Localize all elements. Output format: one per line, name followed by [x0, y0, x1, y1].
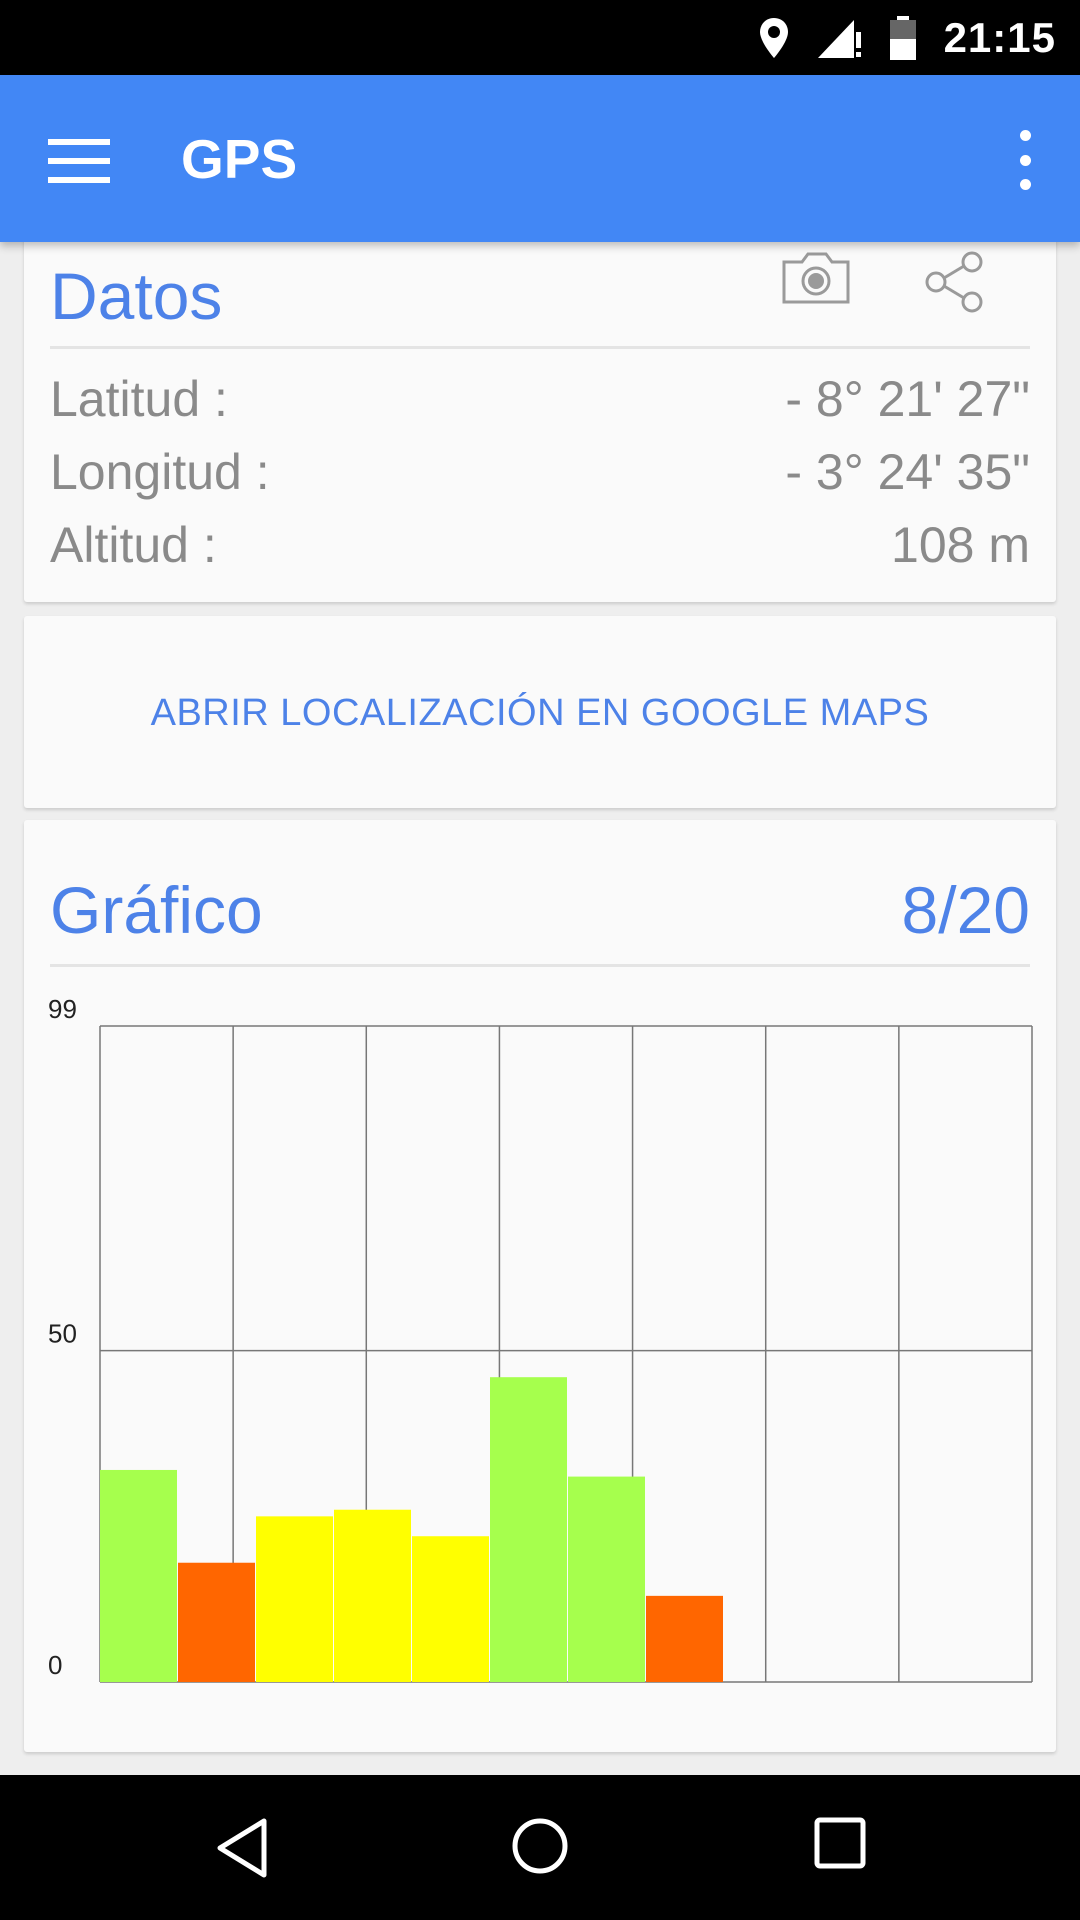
signal-icon — [817, 19, 861, 58]
hamburger-menu-icon[interactable] — [48, 130, 114, 190]
maps-link-card[interactable]: ABRIR LOCALIZACIÓN EN GOOGLE MAPS — [24, 616, 1056, 808]
grafico-title: Gráfico — [50, 873, 263, 947]
signal-bar — [568, 1476, 645, 1682]
home-icon[interactable] — [511, 1817, 569, 1875]
signal-bar-chart: 99 50 0 — [48, 994, 1033, 1683]
signal-bar — [100, 1469, 177, 1682]
satellite-counter: 8/20 — [901, 873, 1030, 947]
longitud-label: Longitud : — [50, 444, 270, 500]
clock: 21:15 — [943, 13, 1056, 61]
divider — [50, 346, 1030, 349]
datos-card: Datos Latitud : - 8° 21' 27" Longitud : … — [24, 230, 1056, 602]
datos-title: Datos — [50, 259, 223, 333]
divider — [50, 964, 1030, 967]
signal-bar — [256, 1516, 333, 1682]
back-icon[interactable] — [214, 1817, 270, 1879]
battery-icon — [889, 15, 916, 60]
altitud-label: Altitud : — [50, 517, 217, 573]
signal-bar — [334, 1509, 411, 1682]
latitud-value: - 8° 21' 27" — [785, 371, 1030, 427]
open-google-maps-button[interactable]: ABRIR LOCALIZACIÓN EN GOOGLE MAPS — [24, 692, 1056, 735]
signal-bar — [646, 1595, 723, 1682]
app-title: GPS — [181, 128, 298, 190]
altitud-value: 108 m — [891, 517, 1030, 573]
more-vert-icon[interactable] — [1010, 130, 1040, 190]
signal-bar — [178, 1562, 255, 1682]
signal-bar — [490, 1377, 567, 1682]
status-bar: 21:15 — [0, 0, 1080, 75]
navigation-bar — [0, 1775, 1080, 1920]
y-tick-label: 50 — [48, 1319, 77, 1349]
latitud-label: Latitud : — [50, 371, 228, 427]
signal-bar — [412, 1536, 489, 1682]
share-icon[interactable] — [924, 250, 986, 314]
y-tick-label: 0 — [48, 1650, 62, 1680]
y-tick-label: 99 — [48, 994, 77, 1024]
location-icon — [759, 17, 788, 58]
app-bar: GPS — [0, 75, 1080, 242]
recents-icon[interactable] — [814, 1817, 866, 1869]
camera-icon[interactable] — [780, 250, 852, 306]
longitud-value: - 3° 24' 35" — [785, 444, 1030, 500]
grafico-card: Gráfico 8/20 99 50 0 — [24, 820, 1056, 1752]
